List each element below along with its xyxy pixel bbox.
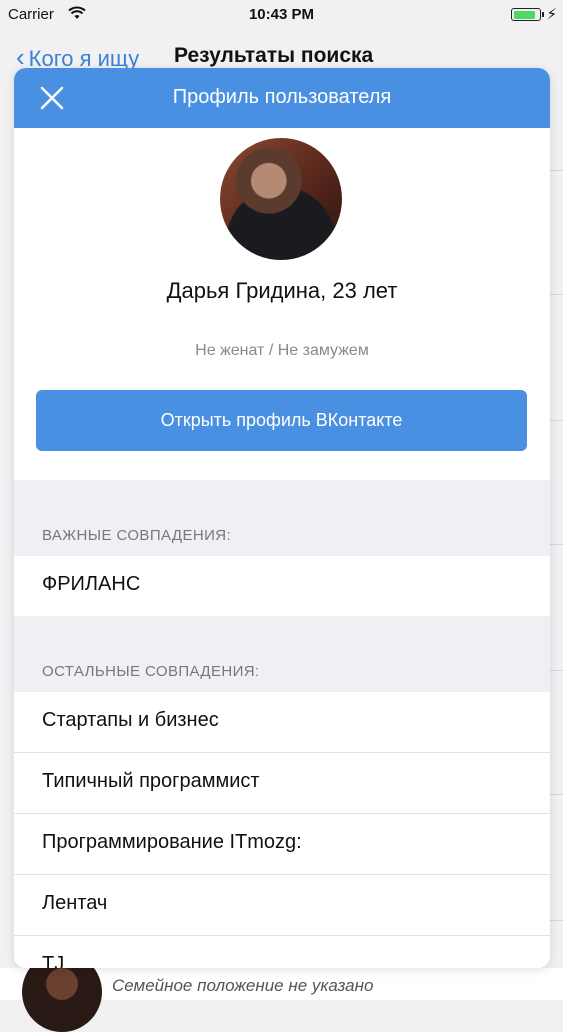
sheet-header: Профиль пользователя <box>14 68 550 128</box>
profile-section: Дарья Гридина, 23 лет Не женат / Не заму… <box>14 128 550 480</box>
list-item[interactable]: Стартапы и бизнес <box>14 692 550 753</box>
list-item-label: Лентач <box>42 892 108 914</box>
list-item[interactable]: Типичный программист <box>14 753 550 814</box>
list-item-label: Типичный программист <box>42 770 260 792</box>
list-item-label: ФРИЛАНС <box>42 573 141 595</box>
list-item-label: Программирование ITmozg: <box>42 831 302 853</box>
charging-icon: ⚡ <box>546 6 557 23</box>
status-bar: Carrier 10:43 PM ⚡ <box>0 0 563 30</box>
important-matches-header: ВАЖНЫЕ СОВПАДЕНИЯ: <box>14 480 550 556</box>
other-matches-header: ОСТАЛЬНЫЕ СОВПАДЕНИЯ: <box>14 616 550 692</box>
other-matches-label: ОСТАЛЬНЫЕ СОВПАДЕНИЯ: <box>42 663 260 680</box>
clock: 10:43 PM <box>248 6 315 23</box>
sheet-title: Профиль пользователя <box>172 86 392 108</box>
background-row-text: Семейное положение не указано <box>112 976 374 995</box>
list-item[interactable]: ФРИЛАНС <box>14 556 550 616</box>
list-item[interactable]: Программирование ITmozg: <box>14 814 550 875</box>
list-item-label: Стартапы и бизнес <box>42 709 219 731</box>
battery-icon <box>511 8 541 21</box>
background-title: Результаты поиска <box>174 44 374 67</box>
list-item-label: TJ <box>42 953 65 968</box>
marital-status: Не женат / Не замужем <box>195 342 369 359</box>
battery-tip <box>542 12 544 17</box>
important-matches-label: ВАЖНЫЕ СОВПАДЕНИЯ: <box>42 527 232 544</box>
list-item[interactable]: TJ <box>14 936 550 968</box>
profile-sheet: Профиль пользователя Дарья Гридина, 23 л… <box>14 68 550 968</box>
list-item[interactable]: Лентач <box>14 875 550 936</box>
user-name: Дарья Гридина, 23 лет <box>166 278 398 303</box>
avatar <box>220 138 342 260</box>
open-vk-profile-button[interactable]: Открыть профиль ВКонтакте <box>36 390 527 451</box>
